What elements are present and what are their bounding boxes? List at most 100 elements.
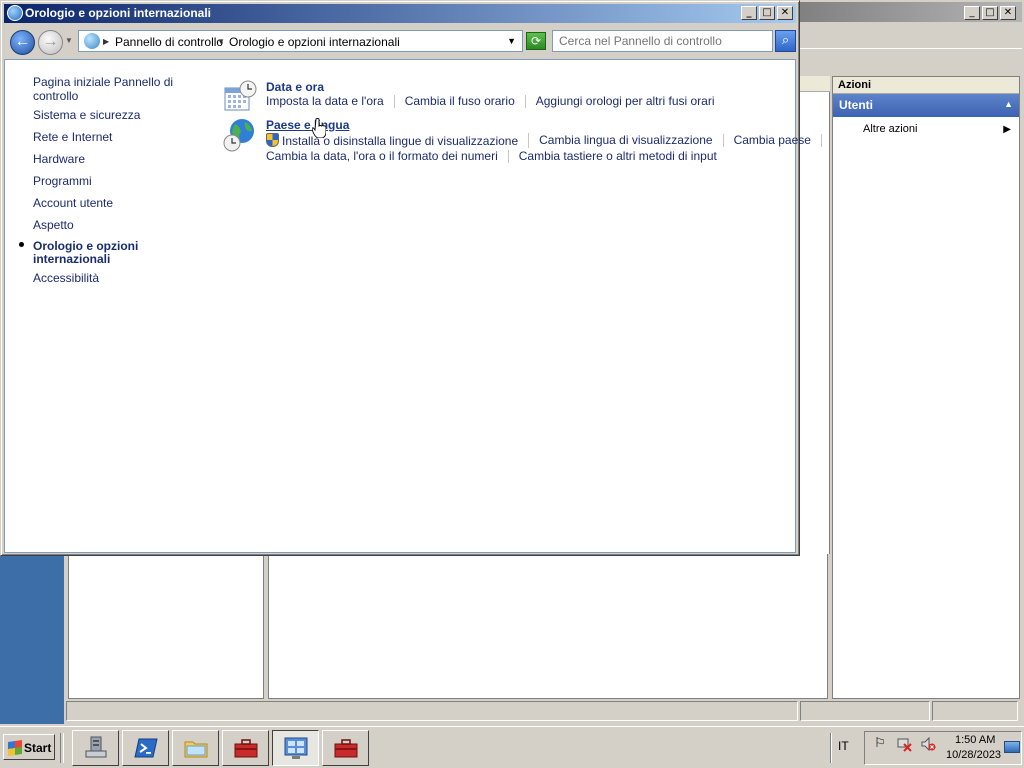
breadcrumb-clock-region[interactable]: Orologio e opzioni internazionali xyxy=(229,35,400,49)
background-caption-buttons: _ □ ✕ xyxy=(964,6,1016,20)
calendar-clock-icon[interactable] xyxy=(223,80,257,114)
breadcrumb-separator-icon[interactable]: ▶ xyxy=(103,37,109,46)
title-bar[interactable]: Orologio e opzioni internazionali _ □ ✕ xyxy=(4,4,796,23)
powershell-icon xyxy=(134,738,158,758)
nav-accessibility[interactable]: Accessibilità xyxy=(33,271,99,285)
nav-control-panel-home[interactable]: Pagina iniziale Pannello di controllo xyxy=(33,75,215,103)
search-icon[interactable]: ⌕ xyxy=(775,30,796,52)
speaker-muted-icon xyxy=(921,736,936,752)
active-bullet-icon xyxy=(19,242,24,247)
control-panel-icon xyxy=(284,737,308,759)
close-button[interactable]: ✕ xyxy=(777,6,793,20)
network-disconnected-icon xyxy=(897,738,912,752)
address-bar[interactable]: ▶ Pannello di controllo ▼ Orologio e opz… xyxy=(78,30,523,52)
show-desktop-icon[interactable] xyxy=(1004,741,1020,753)
status-cell-2 xyxy=(800,701,930,721)
nav-system-security[interactable]: Sistema e sicurezza xyxy=(33,108,140,122)
recent-pages-dropdown-icon[interactable]: ▼ xyxy=(65,36,73,45)
action-center-flag-icon[interactable]: ⚐ xyxy=(872,736,888,752)
window-title: Orologio e opzioni internazionali xyxy=(25,6,211,20)
nav-appearance[interactable]: Aspetto xyxy=(33,218,74,232)
minimize-button[interactable]: _ xyxy=(741,6,757,20)
start-label: Start xyxy=(24,741,52,755)
link-change-formats[interactable]: Cambia la data, l'ora o il formato dei n… xyxy=(266,150,509,163)
nav-user-accounts[interactable]: Account utente xyxy=(33,196,113,210)
taskbar-powershell[interactable] xyxy=(122,730,169,766)
globe-clock-icon[interactable] xyxy=(223,118,257,152)
background-center-header xyxy=(798,76,830,92)
back-button[interactable]: ← xyxy=(10,30,35,55)
background-title-bar: _ □ ✕ xyxy=(798,2,1022,22)
background-center-pane[interactable] xyxy=(268,554,828,699)
refresh-button[interactable]: ⟳ xyxy=(526,32,546,50)
address-history-dropdown-icon[interactable]: ▼ xyxy=(507,36,516,46)
address-row: ← → ▼ ▶ Pannello di controllo ▼ Orologio… xyxy=(4,26,796,58)
link-change-display-language[interactable]: Cambia lingua di visualizzazione xyxy=(529,134,724,147)
content-area: Pagina iniziale Pannello di controllo Si… xyxy=(4,59,822,553)
nav-network-internet[interactable]: Rete e Internet xyxy=(33,130,112,144)
search-input[interactable] xyxy=(552,30,773,52)
toolbox-icon xyxy=(234,739,258,758)
network-error-icon[interactable] xyxy=(897,736,913,752)
status-cell-3 xyxy=(932,701,1018,721)
background-status-bar xyxy=(66,701,1020,721)
collapse-up-icon[interactable]: ▲ xyxy=(1004,99,1013,109)
region-language-links-row2: Cambia la data, l'ora o il formato dei n… xyxy=(266,150,727,163)
start-button[interactable]: Start xyxy=(3,734,55,760)
caption-buttons: _ □ ✕ xyxy=(741,6,793,20)
control-panel-window: Orologio e opzioni internazionali _ □ ✕ … xyxy=(0,0,822,556)
breadcrumb-separator-icon[interactable]: ▼ xyxy=(217,37,225,46)
control-panel-app-icon[interactable] xyxy=(7,5,23,21)
taskbar-toolbox-2[interactable] xyxy=(322,730,369,766)
taskbar-toolbox-1[interactable] xyxy=(222,730,269,766)
breadcrumb-control-panel[interactable]: Pannello di controllo xyxy=(115,35,223,49)
background-tree-pane[interactable] xyxy=(68,554,264,699)
volume-muted-icon[interactable] xyxy=(920,736,936,752)
clock-date[interactable]: 10/28/2023 xyxy=(946,749,1001,761)
actions-item-label: Altre azioni xyxy=(863,123,918,135)
forward-button[interactable]: → xyxy=(38,30,63,55)
region-language-heading[interactable]: Paese e lingua xyxy=(266,118,349,132)
bg-maximize-button[interactable]: □ xyxy=(982,6,998,20)
link-change-time-zone[interactable]: Cambia il fuso orario xyxy=(395,95,526,108)
link-change-location[interactable]: Cambia paese xyxy=(724,134,822,147)
language-indicator[interactable]: IT xyxy=(838,739,849,753)
link-install-display-languages[interactable]: Installa o disinstalla lingue di visuali… xyxy=(266,133,530,148)
hand-pointer-cursor-icon xyxy=(312,118,326,138)
status-cell-1 xyxy=(66,701,798,721)
actions-item-altre-azioni[interactable]: Altre azioni ▶ xyxy=(833,117,1019,139)
taskbar: Start IT ⚐ 1:50 AM 10/28/2023 xyxy=(0,726,1024,768)
region-language-links-row1: Installa o disinstalla lingue di visuali… xyxy=(266,133,822,148)
control-panel-icon xyxy=(84,33,100,49)
actions-section-utenti[interactable]: Utenti ▲ xyxy=(833,94,1019,117)
background-desktop-strip xyxy=(0,554,64,724)
nav-hardware[interactable]: Hardware xyxy=(33,152,85,166)
windows-logo-icon xyxy=(8,740,22,756)
background-menubar xyxy=(798,24,1022,44)
link-add-clocks[interactable]: Aggiungi orologi per altri fusi orari xyxy=(526,95,725,108)
bg-close-button[interactable]: ✕ xyxy=(1000,6,1016,20)
toolbox-icon xyxy=(334,739,358,758)
link-set-date-time[interactable]: Imposta la data e l'ora xyxy=(266,95,395,108)
date-time-heading[interactable]: Data e ora xyxy=(266,80,324,94)
date-time-links: Imposta la data e l'ora Cambia il fuso o… xyxy=(266,95,725,108)
taskbar-divider xyxy=(60,733,64,763)
left-navigation: Pagina iniziale Pannello di controllo Si… xyxy=(5,60,215,552)
nav-programs[interactable]: Programmi xyxy=(33,174,92,188)
explorer-icon xyxy=(184,741,208,758)
taskbar-control-panel[interactable] xyxy=(272,730,319,766)
bg-minimize-button[interactable]: _ xyxy=(964,6,980,20)
nav-clock-region[interactable]: Orologio e opzioni internazionali xyxy=(33,240,153,266)
taskbar-server-manager[interactable] xyxy=(72,730,119,766)
background-toolbar xyxy=(798,48,1022,70)
link-change-keyboards[interactable]: Cambia tastiere o altri metodi di input xyxy=(509,150,727,163)
taskbar-divider-lang xyxy=(830,733,832,763)
submenu-arrow-icon: ▶ xyxy=(1003,124,1011,135)
clock-time[interactable]: 1:50 AM xyxy=(955,734,995,746)
uac-shield-icon xyxy=(266,133,279,147)
actions-header: Azioni xyxy=(833,77,1019,94)
actions-pane: Azioni Utenti ▲ Altre azioni ▶ xyxy=(832,76,1020,699)
maximize-button[interactable]: □ xyxy=(759,6,775,20)
taskbar-explorer[interactable] xyxy=(172,730,219,766)
server-manager-icon xyxy=(85,736,107,758)
